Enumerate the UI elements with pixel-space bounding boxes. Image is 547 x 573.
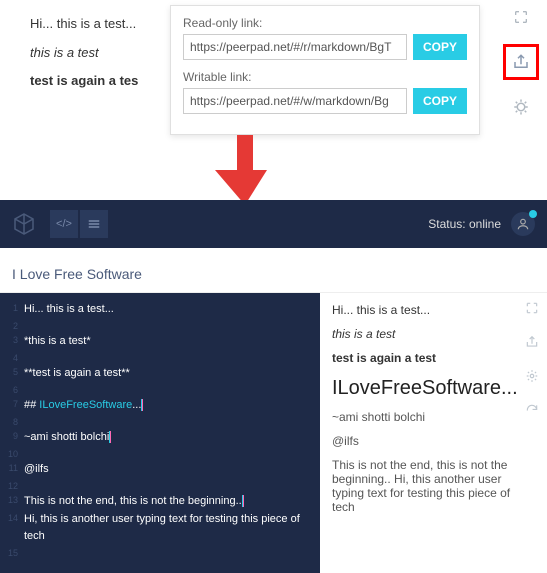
settings-icon[interactable] [525,369,541,385]
top-preview-panel: Hi... this is a test... this is a test t… [0,0,547,200]
fullscreen-icon[interactable] [525,301,541,317]
writable-link-label: Writable link: [183,70,467,84]
rendered-line: test is again a test [332,351,535,365]
split-view-tab[interactable] [80,210,108,238]
writable-link-input[interactable] [183,88,407,114]
rendered-line: This is not the end, this is not the beg… [332,458,535,514]
share-button-highlight [503,44,539,80]
share-popup: Read-only link: COPY Writable link: COPY [170,5,480,135]
arrow-down-icon [215,135,275,205]
editor-line[interactable]: 3*this is a test* [0,333,320,351]
app-header: </> Status: online [0,200,547,248]
editor-line[interactable]: 13This is not the end, this is not the b… [0,493,320,511]
document-title: I Love Free Software [12,266,535,282]
document-title-bar: I Love Free Software [0,248,547,293]
editor-line[interactable]: 10 [0,447,320,461]
view-mode-tabs: </> [50,210,108,238]
share-icon[interactable] [512,53,530,71]
workspace: 1Hi... this is a test...23*this is a tes… [0,293,547,573]
editor-line[interactable]: 9~ami shotti bolchi [0,429,320,447]
readonly-link-input[interactable] [183,34,407,60]
editor-line[interactable]: 2 [0,319,320,333]
rendered-preview: Hi... this is a test... this is a test t… [320,293,547,573]
readonly-link-label: Read-only link: [183,16,467,30]
copy-readonly-button[interactable]: COPY [413,34,467,60]
editor-line[interactable]: 12 [0,479,320,493]
editor-line[interactable]: 4 [0,351,320,365]
rendered-line: Hi... this is a test... [332,303,535,317]
rendered-line: this is a test [332,327,535,341]
editor-line[interactable]: 11@ilfs [0,461,320,479]
editor-line[interactable]: 6 [0,383,320,397]
markdown-editor[interactable]: 1Hi... this is a test...23*this is a tes… [0,293,320,573]
top-side-toolbar [503,8,539,116]
share-icon[interactable] [525,335,541,351]
refresh-icon[interactable] [525,403,541,419]
bug-icon[interactable] [512,98,530,116]
preview-toolbar [525,301,541,419]
status-text: Status: online [428,217,501,231]
editor-line[interactable]: 14Hi, this is another user typing text f… [0,511,320,546]
rendered-heading: ILoveFreeSoftware... [332,377,535,400]
rendered-line: ~ami shotti bolchi [332,410,535,424]
app-logo-icon [12,212,36,236]
editor-line[interactable]: 7## ILoveFreeSoftware... [0,397,320,415]
code-view-tab[interactable]: </> [50,210,78,238]
editor-line[interactable]: 5**test is again a test** [0,365,320,383]
rendered-line: @ilfs [332,434,535,448]
fullscreen-icon[interactable] [512,8,530,26]
copy-writable-button[interactable]: COPY [413,88,467,114]
editor-line[interactable]: 8 [0,415,320,429]
user-avatar[interactable] [511,212,535,236]
editor-line[interactable]: 1Hi... this is a test... [0,301,320,319]
